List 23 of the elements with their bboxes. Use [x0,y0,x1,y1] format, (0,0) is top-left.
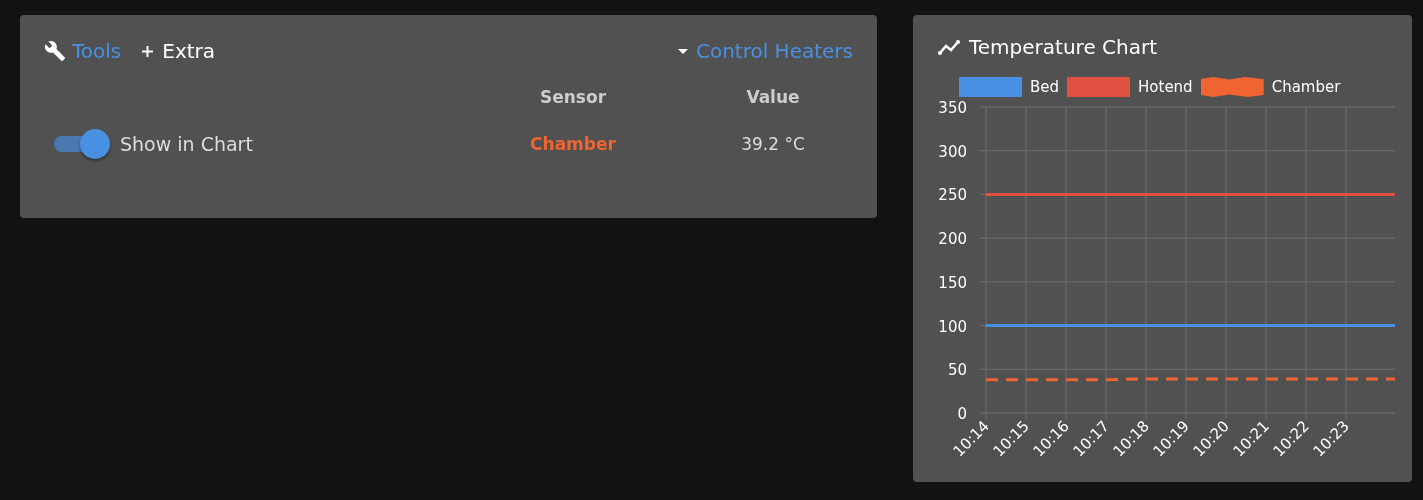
panel-title: Tools [72,39,122,63]
legend-label: Bed [1030,78,1060,96]
sensor-value: 39.2 °C [740,134,806,154]
y-tick-label: 100 [938,317,967,336]
y-tick-label: 200 [938,230,967,249]
extra-button[interactable]: Extra [127,39,216,63]
y-tick-label: 0 [957,405,967,423]
wrench-icon [44,40,66,62]
toggle-switch[interactable] [54,129,110,159]
y-tick-label: 150 [938,273,967,292]
column-header: Value [745,87,801,107]
y-tick-label: 350 [938,99,967,117]
y-tick-label: 300 [938,142,967,161]
plus-icon [141,44,155,58]
chart-title: Temperature Chart [969,35,1157,59]
column-header: Sensor [538,87,608,107]
y-tick-label: 250 [938,186,967,205]
caret-icon [677,48,688,54]
y-tick-label: 50 [947,361,967,380]
legend-label: Hotend [1138,78,1193,96]
sensor-name: Chamber [529,134,617,154]
toggle-label: Show in Chart [120,133,253,155]
legend-label: Chamber [1271,78,1341,96]
